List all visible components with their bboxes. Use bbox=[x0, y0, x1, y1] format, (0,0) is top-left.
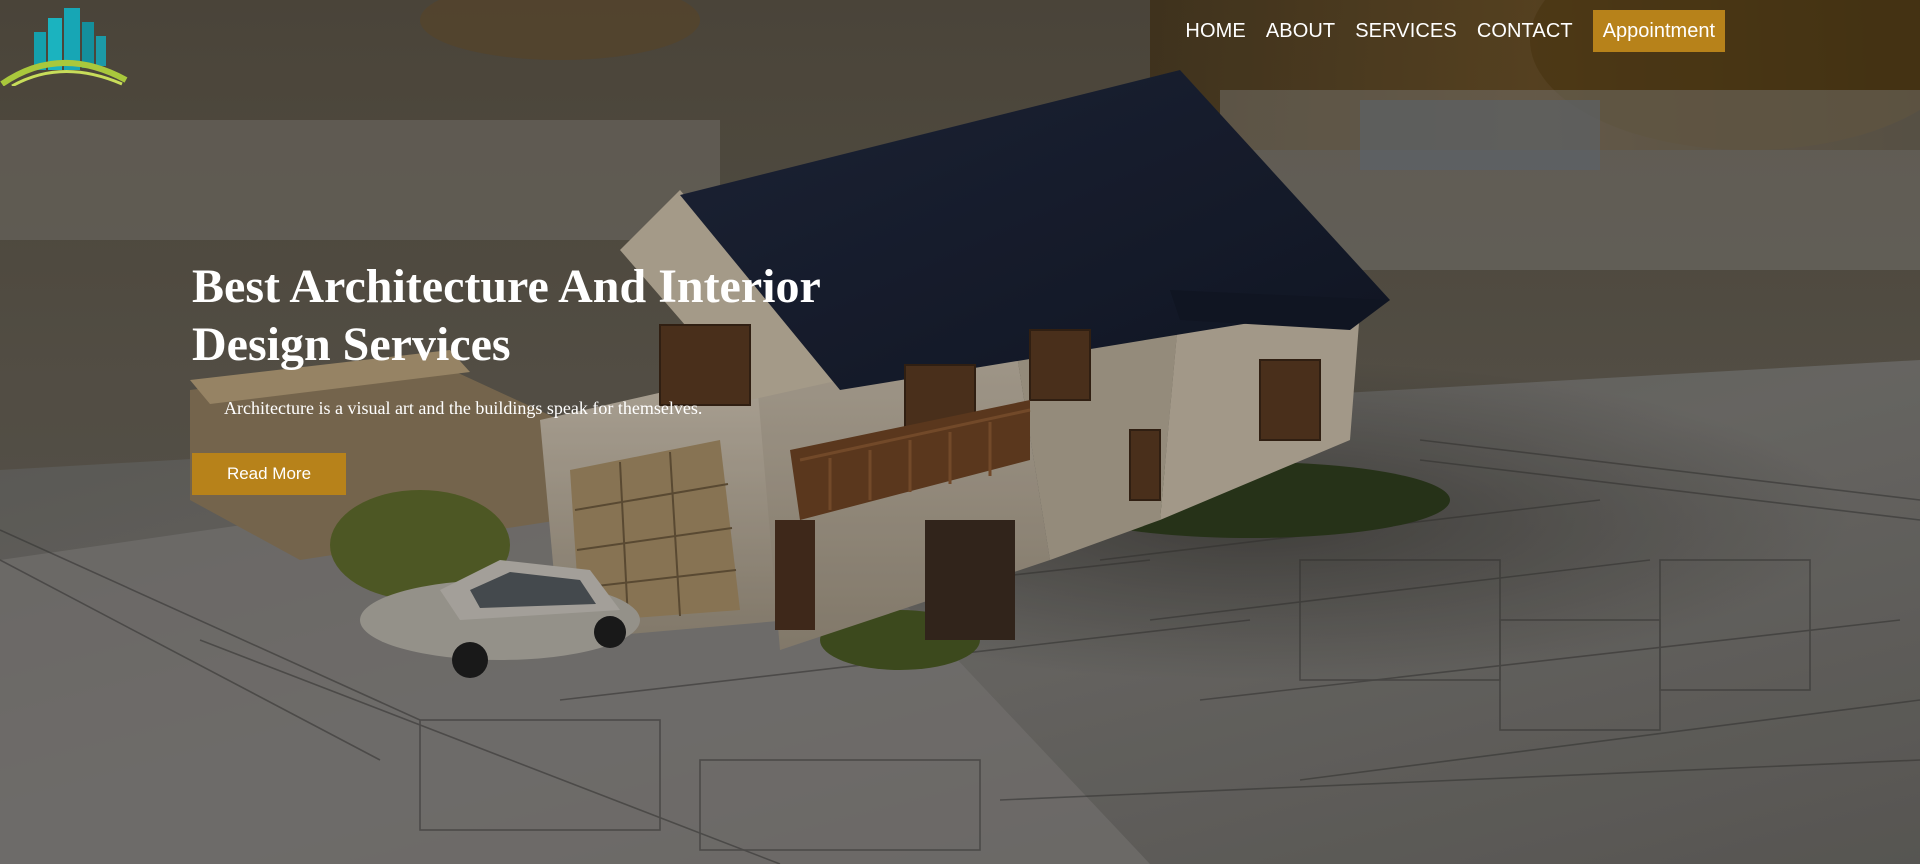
nav-services-link[interactable]: SERVICES bbox=[1355, 20, 1457, 43]
nav-contact-link[interactable]: CONTACT bbox=[1477, 20, 1573, 43]
main-navigation: HOME ABOUT SERVICES CONTACT Appointment bbox=[1185, 10, 1725, 52]
nav-home-link[interactable]: HOME bbox=[1185, 20, 1245, 43]
hero-section: Best Architecture And Interior Design Se… bbox=[192, 258, 892, 495]
read-more-button[interactable]: Read More bbox=[192, 453, 346, 495]
hero-subtitle: Architecture is a visual art and the bui… bbox=[224, 398, 703, 418]
appointment-button[interactable]: Appointment bbox=[1592, 10, 1725, 52]
nav-about-link[interactable]: ABOUT bbox=[1266, 20, 1335, 43]
building-logo-icon[interactable] bbox=[0, 4, 130, 88]
hero-title: Best Architecture And Interior Design Se… bbox=[192, 260, 820, 371]
